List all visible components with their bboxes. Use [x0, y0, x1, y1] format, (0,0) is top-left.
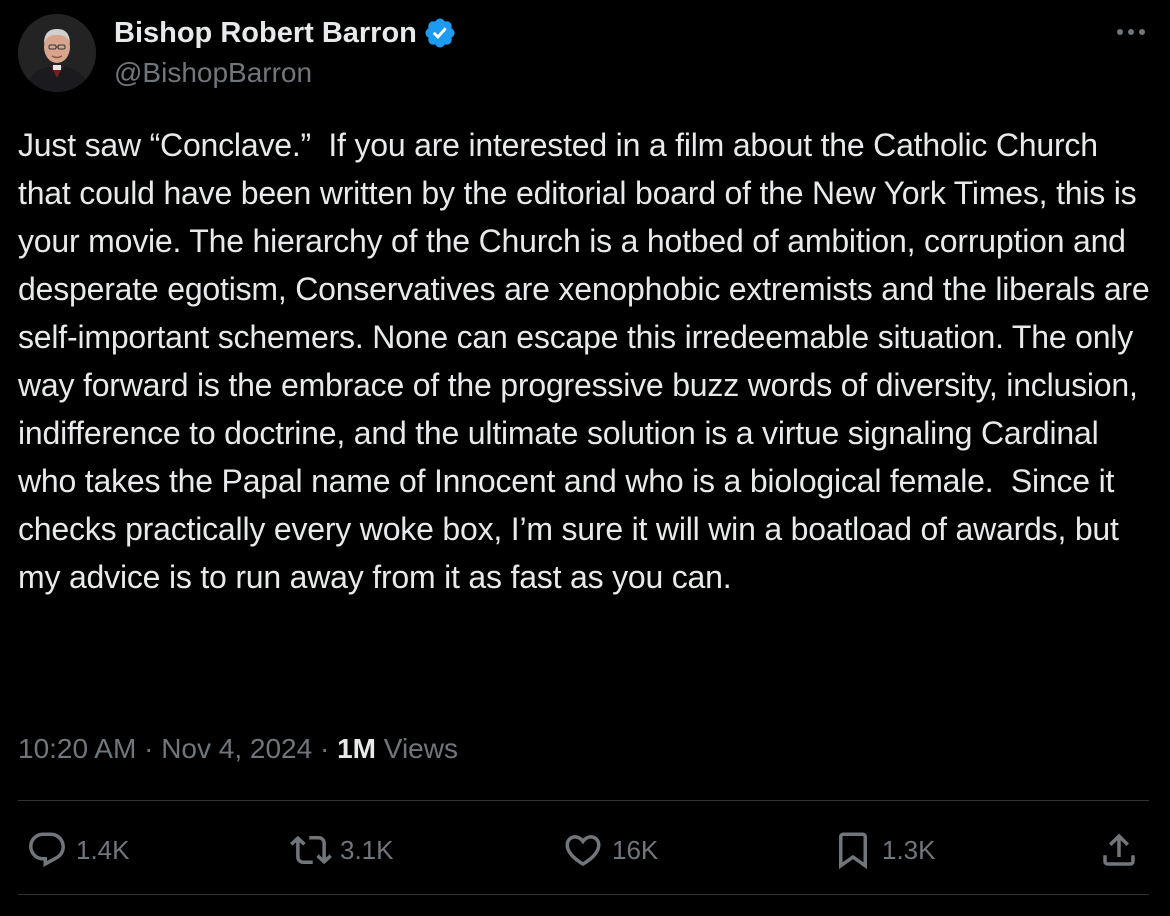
- heart-icon: [565, 835, 601, 867]
- meta-separator: ·: [319, 733, 330, 764]
- retweet-count: 3.1K: [340, 834, 394, 865]
- retweet-icon: [290, 835, 332, 865]
- views-count[interactable]: 1M: [337, 733, 376, 764]
- reply-count: 1.4K: [76, 834, 130, 865]
- tweet-meta: 10:20 AM · Nov 4, 2024 · 1M Views: [18, 729, 458, 769]
- tweet-text: Just saw “Conclave.” If you are interest…: [18, 127, 1159, 595]
- divider: [18, 894, 1149, 895]
- views-label[interactable]: Views: [384, 733, 458, 764]
- bookmark-button[interactable]: 1.3K: [832, 820, 936, 880]
- bookmark-count: 1.3K: [882, 834, 936, 865]
- share-button[interactable]: [1098, 820, 1140, 880]
- divider: [18, 800, 1149, 801]
- author-handle[interactable]: @BishopBarron: [114, 55, 312, 91]
- avatar-portrait-icon: [18, 14, 96, 92]
- action-bar: 1.4K 3.1K 16K 1.3K: [0, 820, 1170, 880]
- author-name[interactable]: Bishop Robert Barron: [114, 14, 457, 52]
- like-count: 16K: [612, 834, 659, 865]
- tweet-date[interactable]: Nov 4, 2024: [161, 733, 312, 764]
- author-name-text: Bishop Robert Barron: [114, 17, 417, 49]
- share-icon: [1103, 833, 1135, 866]
- more-options-icon[interactable]: [1114, 18, 1148, 46]
- reply-icon: [29, 832, 65, 867]
- tweet-time[interactable]: 10:20 AM: [18, 733, 136, 764]
- bookmark-icon: [839, 832, 867, 870]
- reply-button[interactable]: 1.4K: [26, 820, 130, 880]
- like-button[interactable]: 16K: [562, 820, 658, 880]
- verified-badge-icon[interactable]: [423, 16, 457, 50]
- retweet-button[interactable]: 3.1K: [290, 820, 394, 880]
- meta-separator: ·: [144, 733, 154, 764]
- tweet-detail: Bishop Robert Barron @BishopBarron Just …: [0, 0, 1170, 916]
- avatar[interactable]: [18, 14, 96, 92]
